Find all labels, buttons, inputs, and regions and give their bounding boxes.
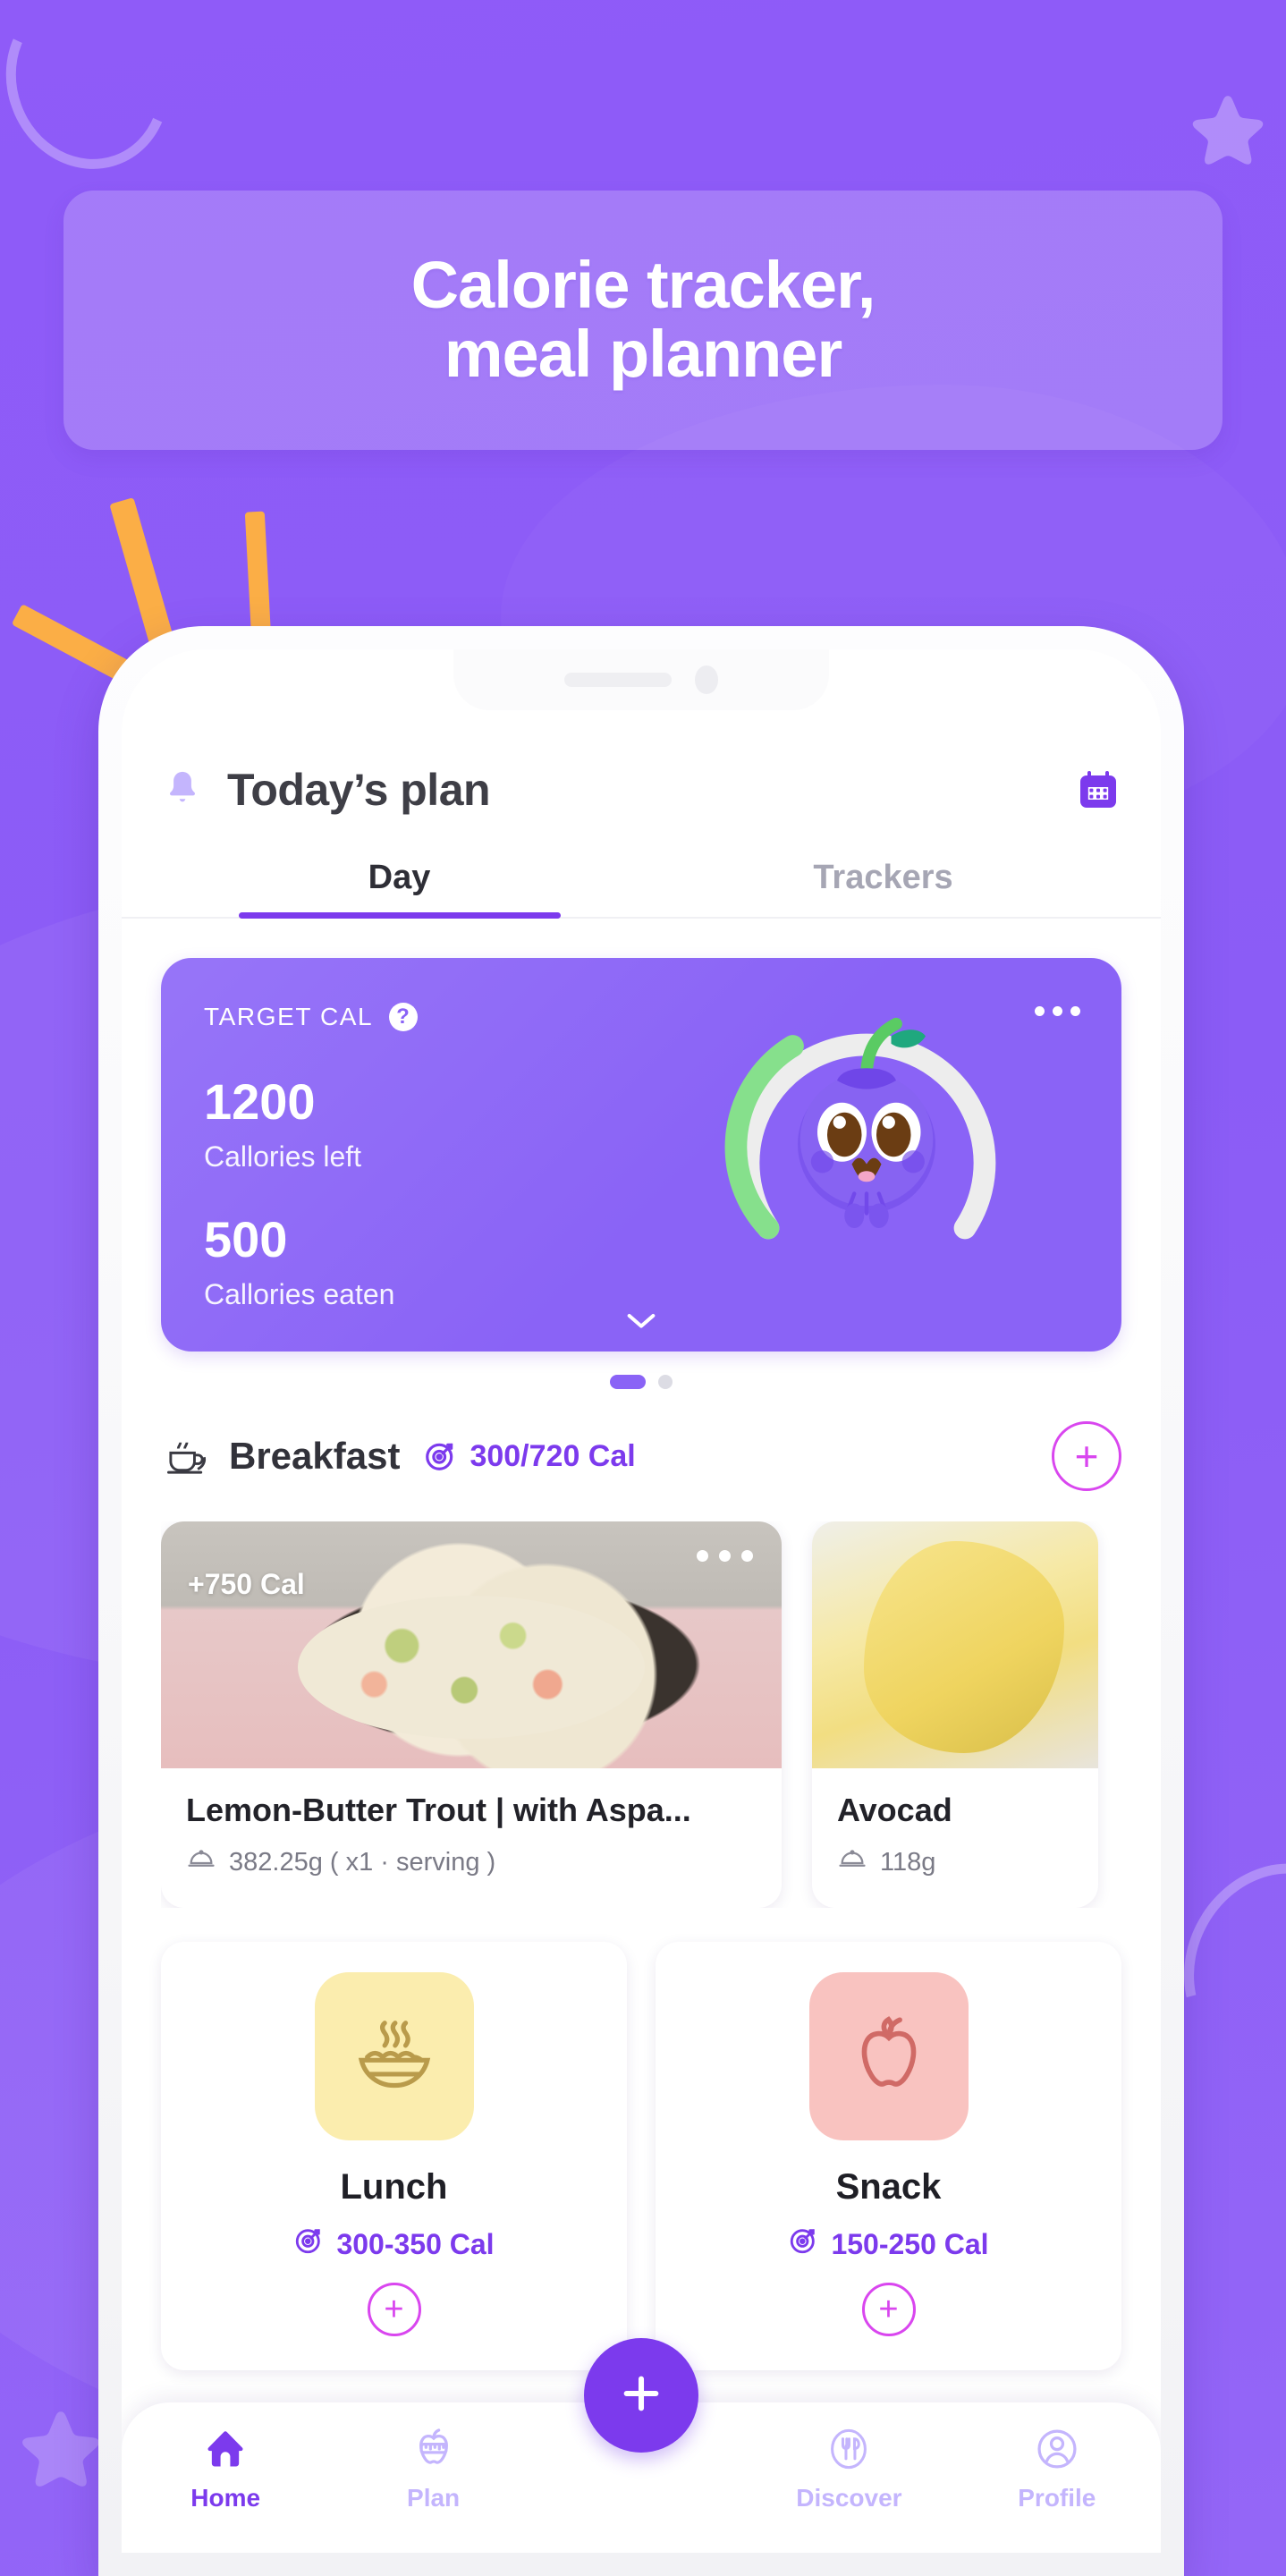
home-icon xyxy=(202,2426,249,2477)
food-photo: +750 Cal xyxy=(161,1521,782,1768)
tab-trackers[interactable]: Trackers xyxy=(641,859,1125,917)
food-weight: 118g xyxy=(880,1847,936,1877)
meal-calories: 300/720 Cal xyxy=(470,1438,636,1473)
user-circle-icon xyxy=(1034,2426,1080,2477)
calories-eaten-value: 500 xyxy=(204,1211,288,1267)
food-card-body: Avocad 118g xyxy=(812,1768,1098,1908)
calories-left-value: 1200 xyxy=(204,1073,316,1130)
apple-measure-icon xyxy=(410,2426,457,2477)
food-card[interactable]: Avocad 118g xyxy=(812,1521,1098,1908)
dot xyxy=(697,1550,708,1562)
cloche-icon xyxy=(186,1847,216,1877)
food-meta: 382.25g ( x1 · serving ) xyxy=(186,1847,757,1877)
phone-camera xyxy=(695,665,718,694)
calorie-badge: +750 Cal xyxy=(188,1568,305,1600)
nav-item-plan[interactable]: Plan xyxy=(329,2426,537,2512)
phone-screen: Today’s plan Day Trackers TARGET CAL ? 1… xyxy=(122,649,1161,2553)
tab-day[interactable]: Day xyxy=(157,859,641,917)
food-title: Lemon-Butter Trout | with Aspa... xyxy=(186,1792,691,1828)
meal-card-snack[interactable]: Snack 150-250 Cal + xyxy=(656,1942,1121,2370)
nav-item-profile[interactable]: Profile xyxy=(953,2426,1161,2512)
add-fab-button[interactable] xyxy=(584,2338,698,2453)
phone-mockup: Today’s plan Day Trackers TARGET CAL ? 1… xyxy=(98,626,1184,2576)
phone-notch xyxy=(453,649,829,710)
nav-item-home[interactable]: Home xyxy=(122,2426,329,2512)
coffee-cup-icon xyxy=(161,1430,213,1482)
food-weight: 382.25g ( x1 · serving ) xyxy=(229,1847,496,1877)
carousel-pagination xyxy=(122,1375,1161,1389)
calendar-icon[interactable] xyxy=(1077,768,1120,811)
food-title: Avocad xyxy=(837,1792,952,1828)
dot xyxy=(1035,1006,1045,1016)
calories-left-label: Callories left xyxy=(204,1140,362,1173)
help-icon[interactable]: ? xyxy=(389,1003,419,1031)
meal-card-calories-group: 300-350 Cal xyxy=(293,2225,495,2263)
fork-spoon-icon xyxy=(825,2426,872,2477)
nav-label: Home xyxy=(190,2484,261,2512)
add-lunch-button[interactable]: + xyxy=(367,2283,421,2336)
nav-item-discover[interactable]: Discover xyxy=(745,2426,952,2512)
target-icon xyxy=(788,2225,818,2263)
phone-speaker xyxy=(564,673,672,687)
meal-card-title: Snack xyxy=(835,2167,942,2207)
target-cal-label-group: TARGET CAL ? xyxy=(204,1003,419,1031)
cloche-icon xyxy=(837,1847,867,1877)
dot xyxy=(719,1550,731,1562)
pagination-dot-active[interactable] xyxy=(610,1375,646,1389)
dot xyxy=(1070,1006,1080,1016)
dot xyxy=(1053,1006,1062,1016)
calories-eaten-label: Callories eaten xyxy=(204,1278,395,1310)
nav-label: Discover xyxy=(796,2484,902,2512)
breakfast-section-header: Breakfast 300/720 Cal + xyxy=(161,1421,1121,1491)
more-horizontal-icon[interactable] xyxy=(1035,1006,1080,1016)
more-horizontal-icon[interactable] xyxy=(697,1550,753,1562)
dot xyxy=(741,1550,753,1562)
page-title: Today’s plan xyxy=(227,765,491,815)
headline-banner: Calorie tracker, meal planner xyxy=(63,191,1223,450)
target-icon xyxy=(293,2225,324,2263)
food-meta: 118g xyxy=(837,1847,1073,1877)
nav-label: Profile xyxy=(1018,2484,1096,2512)
target-cal-label: TARGET CAL xyxy=(204,1003,374,1030)
meal-card-calories: 150-250 Cal xyxy=(831,2227,989,2260)
calorie-progress-ring xyxy=(719,992,1014,1287)
food-card[interactable]: +750 Cal Lemon-Butter Trout | with Aspa.… xyxy=(161,1521,782,1908)
meal-card-calories: 300-350 Cal xyxy=(336,2227,495,2260)
food-card-carousel[interactable]: +750 Cal Lemon-Butter Trout | with Aspa.… xyxy=(161,1521,1161,1908)
calorie-summary-card[interactable]: TARGET CAL ? 1200 Callories left 500 Cal… xyxy=(161,958,1121,1352)
meal-name: Breakfast xyxy=(229,1435,401,1477)
headline-line-2: meal planner xyxy=(444,317,843,391)
app-header: Today’s plan xyxy=(122,710,1161,816)
plus-icon xyxy=(616,2368,666,2423)
nav-label: Plan xyxy=(407,2484,461,2512)
meal-grid: Lunch 300-350 Cal + Snack 150-250 Cal + xyxy=(161,1942,1121,2370)
headline-line-1: Calorie tracker, xyxy=(410,248,876,323)
meal-card-lunch[interactable]: Lunch 300-350 Cal + xyxy=(161,1942,627,2370)
chevron-down-icon[interactable] xyxy=(623,1309,659,1335)
pagination-dot[interactable] xyxy=(658,1375,673,1389)
target-icon xyxy=(423,1439,457,1473)
hot-bowl-icon xyxy=(314,1972,474,2140)
add-snack-button[interactable]: + xyxy=(861,2283,916,2336)
app-content: Today’s plan Day Trackers TARGET CAL ? 1… xyxy=(122,710,1161,2553)
apple-icon xyxy=(808,1972,969,2140)
bell-icon[interactable] xyxy=(163,767,202,812)
add-breakfast-button[interactable]: + xyxy=(1052,1421,1121,1491)
squiggle-decoration-top xyxy=(0,0,194,192)
food-photo xyxy=(812,1521,1098,1768)
meal-card-title: Lunch xyxy=(340,2167,448,2207)
meal-card-calories-group: 150-250 Cal xyxy=(788,2225,989,2263)
tab-bar: Day Trackers xyxy=(122,859,1161,919)
food-card-body: Lemon-Butter Trout | with Aspa... 382.25… xyxy=(161,1768,782,1908)
